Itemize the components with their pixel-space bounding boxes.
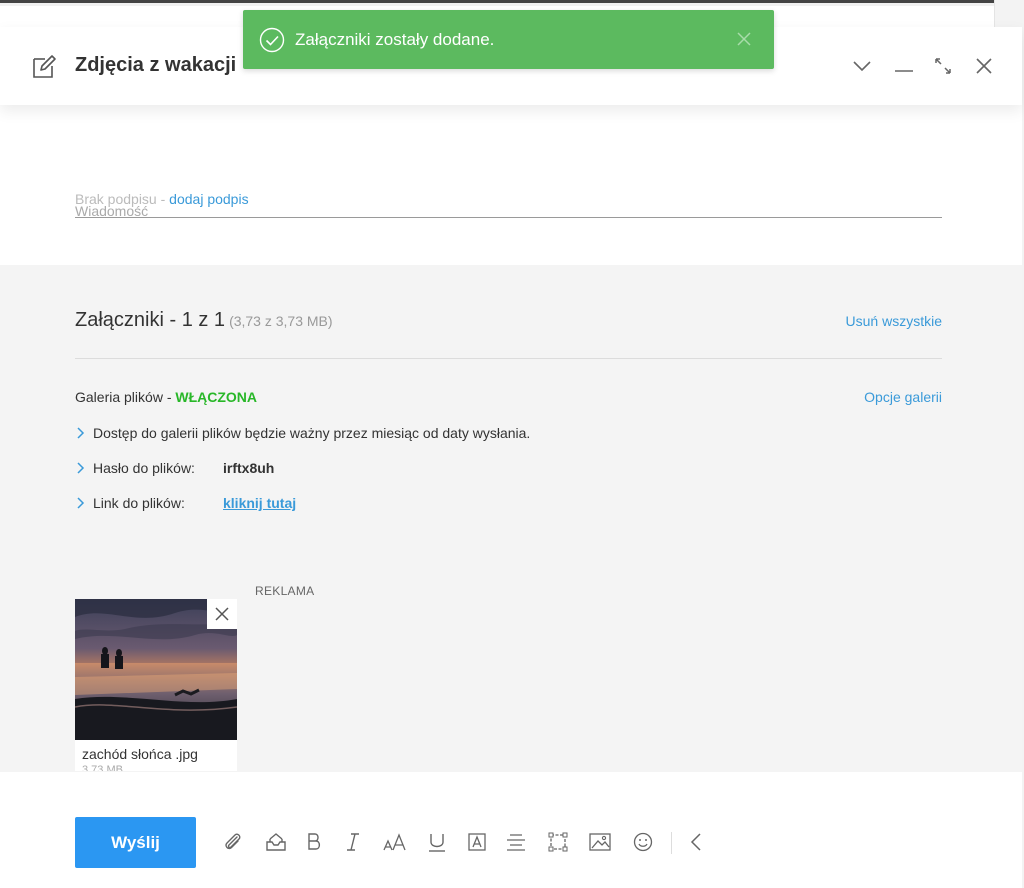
- bold-icon: [308, 833, 321, 850]
- attachments-count: Załączniki - 1 z 1: [75, 309, 226, 331]
- align-button[interactable]: [504, 830, 528, 854]
- frame-icon: [548, 832, 568, 852]
- attachments-divider: [75, 358, 942, 359]
- chevron-right-icon: [77, 462, 85, 474]
- edit-icon: [33, 55, 56, 78]
- toolbar-divider: [671, 832, 672, 854]
- success-toast: Załączniki zostały dodane.: [243, 10, 774, 69]
- compose-window: Zdjęcia z wakacji Brak podpisu - dodaj p…: [0, 27, 1022, 888]
- chevron-left-icon: [690, 833, 701, 851]
- gallery-label: Galeria plików -: [75, 389, 176, 405]
- font-size-icon: [383, 833, 406, 851]
- access-info-row: Dostęp do galerii plików będzie ważny pr…: [75, 425, 530, 441]
- text-box-icon: [468, 833, 486, 851]
- minimize-button[interactable]: [893, 55, 915, 77]
- image-icon: [589, 833, 611, 851]
- attachments-size: (3,73 z 3,73 MB): [229, 313, 333, 329]
- font-size-button[interactable]: [382, 830, 410, 854]
- remove-all-link[interactable]: Usuń wszystkie: [846, 313, 942, 329]
- compose-toolbar: Wyślij: [0, 772, 1022, 888]
- password-value: irftx8uh: [223, 460, 275, 476]
- expand-icon: [935, 58, 951, 74]
- italic-button[interactable]: [341, 830, 365, 854]
- close-icon[interactable]: [736, 31, 752, 47]
- close-icon: [976, 58, 992, 74]
- gallery-status: WŁĄCZONA: [175, 389, 258, 405]
- attachment-filename: zachód słońca .jpg: [82, 746, 198, 762]
- files-link[interactable]: kliknij tutaj: [223, 495, 296, 511]
- add-signature-link[interactable]: dodaj podpis: [169, 191, 248, 207]
- remove-attachment-button[interactable]: [207, 599, 237, 629]
- underline-button[interactable]: [425, 830, 449, 854]
- italic-icon: [347, 833, 359, 851]
- underline-icon: [429, 834, 445, 852]
- gallery-status-line: Galeria plików - WŁĄCZONA: [75, 389, 257, 405]
- top-strip-edge: [0, 0, 1024, 3]
- border-button[interactable]: [546, 830, 570, 854]
- bold-button[interactable]: [302, 830, 326, 854]
- password-row: Hasło do plików: irftx8uh: [75, 460, 475, 476]
- window-title: Zdjęcia z wakacji: [75, 54, 237, 76]
- gallery-options-link[interactable]: Opcje galerii: [864, 389, 942, 405]
- maximize-button[interactable]: [932, 55, 954, 77]
- minimize-icon: [895, 70, 913, 72]
- align-center-icon: [507, 834, 525, 851]
- attachments-title: Załączniki - 1 z 1 (3,73 z 3,73 MB): [75, 309, 333, 332]
- link-label: Link do plików:: [93, 495, 185, 511]
- attach-email-button[interactable]: [264, 830, 288, 854]
- attach-button[interactable]: [221, 830, 245, 854]
- close-window-button[interactable]: [973, 55, 995, 77]
- ad-label: REKLAMA: [255, 584, 315, 598]
- send-button[interactable]: Wyślij: [75, 817, 196, 868]
- collapse-button[interactable]: [851, 55, 873, 77]
- insert-image-button[interactable]: [588, 830, 612, 854]
- top-strip: [0, 0, 1024, 6]
- attachment-filesize: 3,73 MB: [82, 764, 123, 771]
- emoji-button[interactable]: [631, 830, 655, 854]
- attachments-panel: Załączniki - 1 z 1 (3,73 z 3,73 MB) Usuń …: [0, 265, 1022, 772]
- paperclip-icon: [225, 833, 241, 850]
- text-color-button[interactable]: [465, 830, 489, 854]
- link-row: Link do plików: kliknij tutaj: [75, 495, 475, 511]
- check-circle-icon: [259, 27, 285, 53]
- chevron-right-icon: [77, 427, 85, 439]
- inbox-icon: [266, 833, 286, 851]
- smiley-icon: [633, 832, 653, 852]
- collapse-toolbar-button[interactable]: [685, 830, 709, 854]
- message-underline: [75, 217, 942, 218]
- chevron-down-icon: [853, 61, 871, 72]
- chevron-right-icon: [77, 497, 85, 509]
- access-info-text: Dostęp do galerii plików będzie ważny pr…: [93, 425, 531, 441]
- close-icon: [215, 607, 229, 621]
- toast-message: Załączniki zostały dodane.: [295, 30, 495, 49]
- password-label: Hasło do plików:: [93, 460, 195, 476]
- attachment-thumbnail[interactable]: zachód słońca .jpg 3,73 MB: [75, 599, 237, 771]
